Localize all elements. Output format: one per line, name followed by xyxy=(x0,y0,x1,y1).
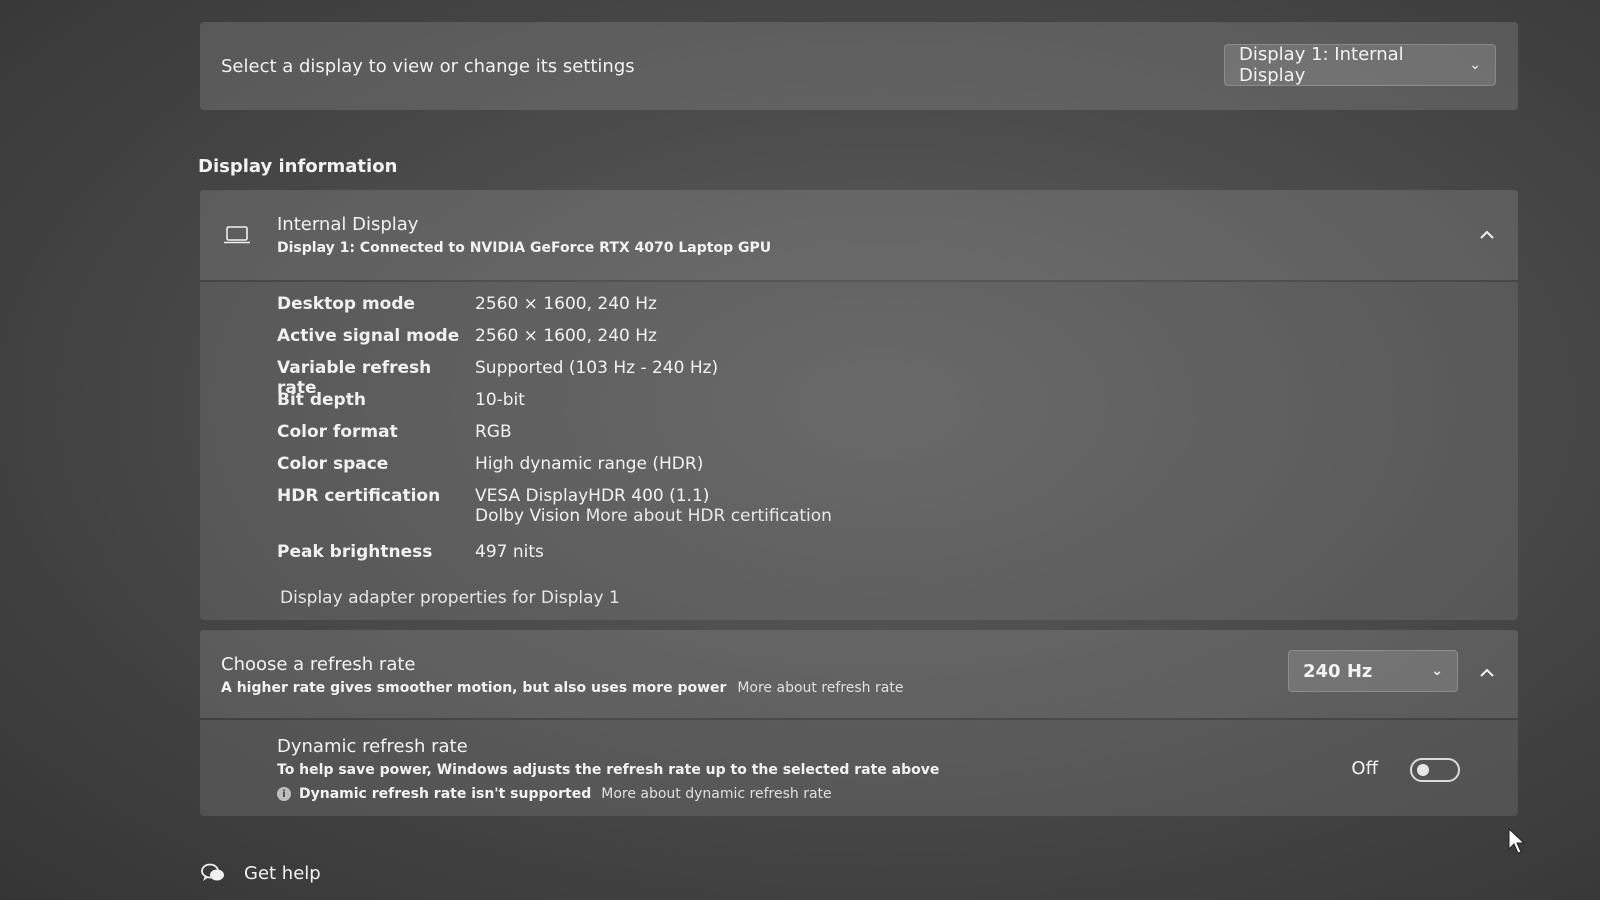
laptop-icon xyxy=(224,226,250,244)
refresh-rate-description: A higher rate gives smoother motion, but… xyxy=(221,680,727,696)
display-info-header[interactable]: Internal Display Display 1: Connected to… xyxy=(200,190,1518,280)
refresh-rate-description-line: A higher rate gives smoother motion, but… xyxy=(221,680,903,696)
property-value: VESA DisplayHDR 400 (1.1) xyxy=(475,486,710,506)
toggle-knob xyxy=(1417,764,1429,776)
chevron-down-icon: ⌄ xyxy=(1431,663,1443,679)
get-help-link[interactable]: Get help xyxy=(200,862,321,884)
dynamic-refresh-title: Dynamic refresh rate xyxy=(277,736,468,757)
section-title: Display information xyxy=(198,156,398,177)
property-row: Bit depth 10-bit xyxy=(277,390,525,410)
property-value: 2560 × 1600, 240 Hz xyxy=(475,294,657,314)
property-value-group: VESA DisplayHDR 400 (1.1) Dolby Vision M… xyxy=(475,486,832,526)
display-selector-label: Select a display to view or change its s… xyxy=(221,55,635,77)
property-row: Color format RGB xyxy=(277,422,512,442)
chevron-down-icon: ⌄ xyxy=(1469,57,1481,73)
property-key: HDR certification xyxy=(277,486,441,506)
property-value: 497 nits xyxy=(475,542,544,562)
property-row: Color space High dynamic range (HDR) xyxy=(277,454,703,474)
refresh-rate-value: 240 Hz xyxy=(1303,660,1373,682)
display-name: Internal Display xyxy=(277,214,419,235)
toggle-state-label: Off xyxy=(1351,758,1378,779)
property-value: Dolby Vision xyxy=(475,506,581,526)
display-connection: Display 1: Connected to NVIDIA GeForce R… xyxy=(277,240,772,256)
refresh-rate-title: Choose a refresh rate xyxy=(221,654,416,675)
refresh-rate-dropdown[interactable]: 240 Hz ⌄ xyxy=(1288,650,1458,692)
info-icon: i xyxy=(277,787,291,801)
property-value: 2560 × 1600, 240 Hz xyxy=(475,326,657,346)
property-value: High dynamic range (HDR) xyxy=(475,454,704,474)
property-row: Active signal mode 2560 × 1600, 240 Hz xyxy=(277,326,657,346)
hdr-certification-link[interactable]: More about HDR certification xyxy=(586,506,832,526)
refresh-rate-header: Choose a refresh rate A higher rate give… xyxy=(200,630,1518,718)
property-row: HDR certification VESA DisplayHDR 400 (1… xyxy=(277,486,832,526)
dynamic-refresh-description: To help save power, Windows adjusts the … xyxy=(277,762,940,778)
property-key: Color format xyxy=(277,422,398,442)
display-dropdown[interactable]: Display 1: Internal Display ⌄ xyxy=(1224,44,1496,86)
help-chat-icon xyxy=(201,863,224,881)
property-value: 10-bit xyxy=(475,390,525,410)
property-key: Desktop mode xyxy=(277,294,416,314)
refresh-rate-more-link[interactable]: More about refresh rate xyxy=(737,680,903,696)
dynamic-refresh-toggle[interactable] xyxy=(1410,758,1460,782)
display-info-body: Desktop mode 2560 × 1600, 240 Hz Active … xyxy=(200,282,1518,620)
property-key: Bit depth xyxy=(277,390,366,410)
dynamic-refresh-warning-text: Dynamic refresh rate isn't supported xyxy=(299,786,592,802)
property-row: Desktop mode 2560 × 1600, 240 Hz xyxy=(277,294,657,314)
mouse-cursor-icon xyxy=(1508,828,1526,854)
property-key: Active signal mode xyxy=(277,326,460,346)
chevron-up-icon[interactable] xyxy=(1478,664,1496,682)
chevron-up-icon[interactable] xyxy=(1478,226,1496,244)
display-selector-card: Select a display to view or change its s… xyxy=(200,22,1518,110)
property-key: Peak brightness xyxy=(277,542,433,562)
property-row: Peak brightness 497 nits xyxy=(277,542,544,562)
display-adapter-properties-link[interactable]: Display adapter properties for Display 1 xyxy=(280,588,620,608)
get-help-label: Get help xyxy=(244,862,321,884)
dynamic-refresh-warning: i Dynamic refresh rate isn't supported M… xyxy=(277,786,832,802)
dynamic-refresh-card: Dynamic refresh rate To help save power,… xyxy=(200,720,1518,816)
property-value: RGB xyxy=(475,422,512,442)
property-key: Color space xyxy=(277,454,389,474)
display-dropdown-value: Display 1: Internal Display xyxy=(1239,44,1404,86)
dynamic-refresh-more-link[interactable]: More about dynamic refresh rate xyxy=(601,786,831,802)
